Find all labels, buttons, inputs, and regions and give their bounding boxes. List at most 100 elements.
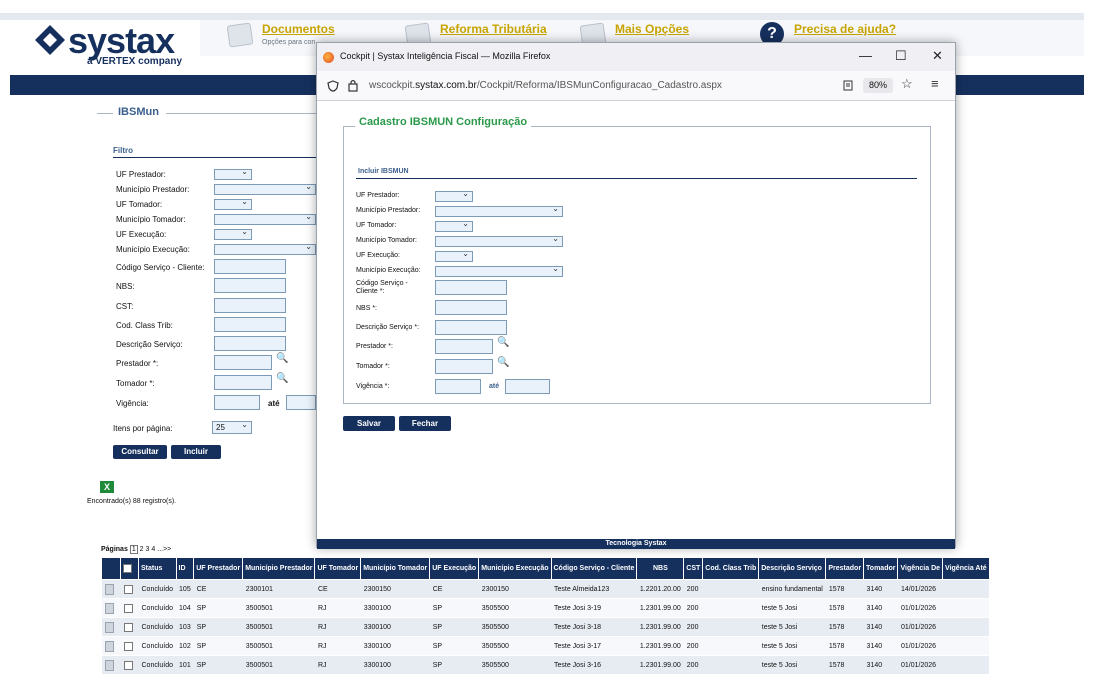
edit-document-icon[interactable] (104, 602, 114, 614)
row-checkbox-cell[interactable] (120, 579, 139, 599)
excel-export-icon[interactable]: X (100, 481, 114, 493)
uf-execucao-select[interactable] (214, 227, 252, 240)
col-uf-tomador[interactable]: UF Tomador (314, 557, 362, 580)
itens-por-pagina-select[interactable]: 25 (212, 419, 252, 434)
col-codigo-servico[interactable]: Código Serviço - Cliente (550, 557, 638, 580)
col-municipio-prestador[interactable]: Município Prestador (242, 557, 316, 580)
systax-logo[interactable]: systax a VERTEX company (34, 20, 184, 72)
uf-prestador-select[interactable] (214, 167, 252, 180)
descricao-servico-input[interactable] (214, 336, 286, 351)
col-nbs[interactable]: NBS (636, 557, 685, 580)
select-all-checkbox[interactable] (123, 564, 132, 573)
shield-icon[interactable] (327, 80, 339, 92)
col-municipio-tomador[interactable]: Município Tomador (360, 557, 431, 580)
url-bar[interactable]: wscockpit.systax.com.br/Cockpit/Reforma/… (317, 71, 955, 101)
page-4[interactable]: 4 (151, 546, 155, 553)
row-icon-cell[interactable] (101, 636, 121, 656)
row-icon-cell[interactable] (101, 598, 121, 618)
modal-prestador-search-icon[interactable]: 🔍 (497, 337, 509, 348)
table-row[interactable]: Concluído 103 SP 3500501 RJ 3300100 SP 3505500 T… (101, 617, 990, 637)
modal-prestador-input[interactable] (435, 339, 493, 354)
url-text[interactable]: wscockpit.systax.com.br/Cockpit/Reforma/… (369, 80, 722, 91)
close-icon[interactable]: ✕ (932, 48, 943, 64)
page-2[interactable]: 2 (140, 546, 144, 553)
salvar-button[interactable]: Salvar (343, 416, 395, 431)
col-tomador[interactable]: Tomador (863, 557, 899, 580)
row-icon-cell[interactable] (101, 655, 121, 675)
table-row[interactable]: Concluído 102 SP 3500501 RJ 3300100 SP 3505500 T… (101, 636, 990, 656)
table-cell: 3500501 (242, 655, 315, 675)
modal-tomador-search-icon[interactable]: 🔍 (497, 357, 509, 368)
modal-municipio-prestador-select[interactable] (435, 204, 563, 217)
modal-vigencia-ate-input[interactable] (505, 379, 550, 394)
modal-municipio-tomador-select[interactable] (435, 234, 563, 247)
col-vigencia-de[interactable]: Vigência De (897, 557, 944, 580)
row-checkbox-cell[interactable] (120, 598, 139, 618)
table-row[interactable]: Concluído 105 CE 2300101 CE 2300150 CE 2300150 T… (101, 579, 990, 599)
cod-class-trib-input[interactable] (214, 317, 286, 332)
row-icon-cell[interactable] (101, 617, 121, 637)
prestador-input[interactable] (214, 355, 272, 370)
col-uf-prestador[interactable]: UF Prestador (193, 557, 244, 580)
table-row[interactable]: Concluído 104 SP 3500501 RJ 3300100 SP 3505500 T… (101, 598, 990, 618)
row-checkbox-cell[interactable] (120, 617, 139, 637)
col-municipio-execucao[interactable]: Município Execução (478, 557, 552, 580)
page-3[interactable]: 3 (146, 546, 150, 553)
row-icon-cell[interactable] (101, 579, 121, 599)
prestador-search-icon[interactable]: 🔍 (276, 353, 288, 364)
fechar-button[interactable]: Fechar (399, 416, 451, 431)
reader-view-icon[interactable] (843, 80, 853, 91)
modal-vigencia-de-input[interactable] (435, 379, 481, 394)
municipio-prestador-select[interactable] (214, 182, 316, 195)
cst-input[interactable] (214, 298, 286, 313)
row-checkbox[interactable] (123, 622, 133, 632)
row-checkbox-cell[interactable] (120, 655, 139, 675)
tomador-input[interactable] (214, 375, 272, 390)
vigencia-ate-input[interactable] (286, 395, 316, 410)
col-prestador[interactable]: Prestador (825, 557, 865, 580)
col-cod-class-trib[interactable]: Cod. Class Trib (702, 557, 760, 580)
nbs-input[interactable] (214, 278, 286, 293)
row-checkbox[interactable] (123, 584, 133, 594)
page-1[interactable]: 1 (129, 545, 138, 554)
edit-document-icon[interactable] (104, 659, 114, 671)
edit-document-icon[interactable] (104, 640, 114, 652)
modal-descricao-servico-input[interactable] (435, 320, 507, 335)
vigencia-de-input[interactable] (214, 395, 260, 410)
modal-tomador-input[interactable] (435, 359, 493, 374)
col-vigencia-ate[interactable]: Vigência Até (942, 557, 990, 580)
col-id[interactable]: ID (175, 557, 195, 580)
row-checkbox[interactable] (123, 660, 133, 670)
menu-icon[interactable]: ≡ (931, 76, 939, 91)
uf-tomador-select[interactable] (214, 197, 252, 210)
modal-uf-prestador-select[interactable] (435, 189, 473, 202)
modal-nbs-input[interactable] (435, 300, 507, 315)
codigo-servico-input[interactable] (214, 259, 286, 274)
col-uf-execucao[interactable]: UF Execução (429, 557, 480, 580)
table-row[interactable]: Concluído 101 SP 3500501 RJ 3300100 SP 3505500 T… (101, 655, 990, 675)
consultar-button[interactable]: Consultar (113, 445, 167, 459)
row-checkbox-cell[interactable] (120, 636, 139, 656)
modal-uf-execucao-select[interactable] (435, 249, 473, 262)
bookmark-star-icon[interactable]: ☆ (901, 76, 913, 92)
lock-icon[interactable] (348, 79, 358, 92)
edit-document-icon[interactable] (104, 621, 114, 633)
modal-municipio-execucao-select[interactable] (435, 264, 563, 277)
col-select-all[interactable] (120, 557, 139, 580)
col-descricao-servico[interactable]: Descrição Serviço (758, 557, 827, 580)
incluir-button[interactable]: Incluir (171, 445, 221, 459)
zoom-badge[interactable]: 80% (863, 78, 893, 93)
municipio-tomador-select[interactable] (214, 212, 316, 225)
modal-codigo-servico-input[interactable] (435, 280, 507, 295)
col-status[interactable]: Status (138, 557, 177, 580)
municipio-execucao-select[interactable] (214, 242, 316, 255)
minimize-icon[interactable]: — (859, 48, 872, 63)
col-cst[interactable]: CST (683, 557, 704, 580)
row-checkbox[interactable] (123, 603, 133, 613)
page-next[interactable]: >> (163, 546, 171, 553)
tomador-search-icon[interactable]: 🔍 (276, 373, 288, 384)
maximize-icon[interactable]: ☐ (895, 48, 907, 64)
edit-document-icon[interactable] (104, 583, 114, 595)
row-checkbox[interactable] (123, 641, 133, 651)
modal-uf-tomador-select[interactable] (435, 219, 473, 232)
